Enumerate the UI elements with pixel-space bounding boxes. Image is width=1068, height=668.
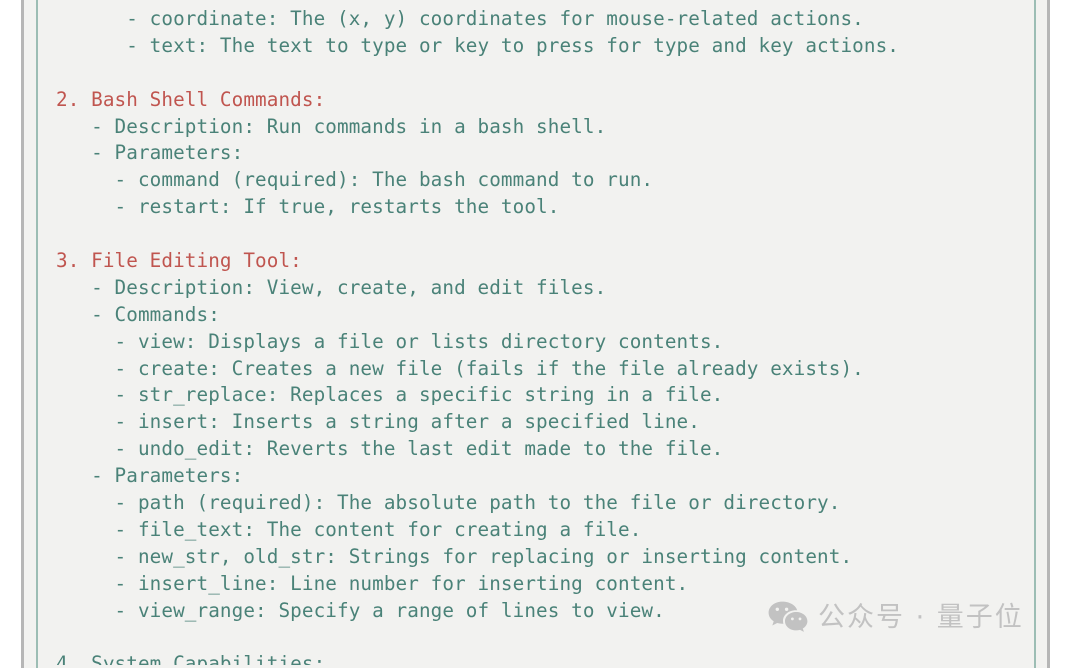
code-line-heading: 3. File Editing Tool:: [56, 249, 302, 273]
code-line: - path (required): The absolute path to …: [56, 491, 841, 515]
code-block-rule-left: [36, 0, 38, 668]
code-line: - coordinate: The (x, y) coordinates for…: [56, 7, 864, 30]
code-line: - text: The text to type or key to press…: [56, 33, 899, 57]
code-line: - Parameters:: [56, 464, 244, 488]
code-line: - Description: Run commands in a bash sh…: [56, 114, 607, 138]
code-line: - Commands:: [56, 302, 220, 326]
page-rule-right-outer: [1047, 0, 1050, 668]
page-gutter-right: [1050, 0, 1068, 668]
screenshot-root: - coordinate: The (x, y) coordinates for…: [0, 0, 1068, 668]
code-line: - command (required): The bash command t…: [56, 168, 654, 192]
code-line: - new_str, old_str: Strings for replacin…: [56, 544, 853, 568]
code-line: - Description: View, create, and edit fi…: [56, 275, 607, 299]
code-block-rule-right: [1034, 0, 1036, 668]
code-block-text: - coordinate: The (x, y) coordinates for…: [56, 6, 1047, 665]
code-line: - undo_edit: Reverts the last edit made …: [56, 437, 724, 461]
code-line: - file_text: The content for creating a …: [56, 517, 642, 541]
code-line: - create: Creates a new file (fails if t…: [56, 356, 864, 380]
page-rule-left-outer: [21, 0, 24, 668]
page-gutter-left: [0, 0, 21, 668]
code-block-panel: - coordinate: The (x, y) coordinates for…: [24, 0, 1047, 668]
code-line: - Parameters:: [56, 141, 244, 165]
code-line: - restart: If true, restarts the tool.: [56, 195, 560, 219]
code-line: - str_replace: Replaces a specific strin…: [56, 383, 724, 407]
code-line: - view_range: Specify a range of lines t…: [56, 598, 665, 622]
code-line: - insert_line: Line number for inserting…: [56, 571, 689, 595]
code-line: - insert: Inserts a string after a speci…: [56, 410, 700, 434]
code-line-heading: 2. Bash Shell Commands:: [56, 87, 326, 111]
code-line: - view: Displays a file or lists directo…: [56, 329, 724, 353]
code-line: 4. System Capabilities:: [56, 652, 326, 666]
